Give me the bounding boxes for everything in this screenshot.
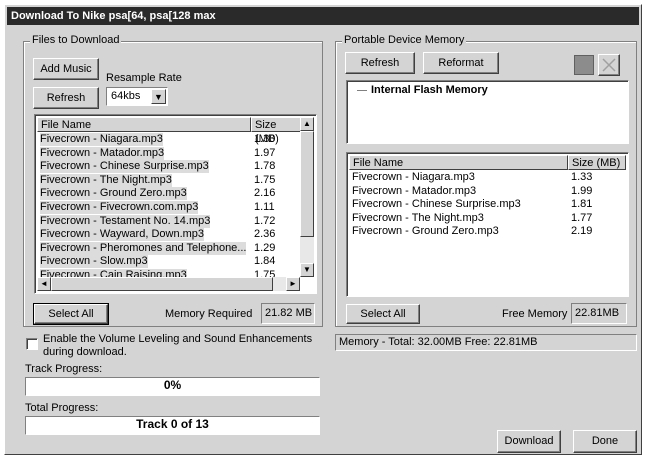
file-size: 2.19 (571, 225, 593, 238)
column-size[interactable]: Size (MB) (568, 155, 626, 170)
reformat-button[interactable]: Reformat (423, 52, 499, 74)
enhance-label-line2: during download. (43, 346, 127, 358)
window-title: Download To Nike psa[64, psa[128 max (7, 7, 639, 25)
file-size: 1.11 (254, 201, 275, 213)
portable-device-memory-group: Portable Device Memory Refresh Reformat … (335, 34, 637, 327)
file-name: Fivecrown - Slow.mp3 (40, 255, 148, 269)
tree-item-internal-flash[interactable]: Internal Flash Memory (371, 84, 488, 96)
list-item[interactable]: Fivecrown - Niagara.mp3 1.30 (37, 133, 294, 146)
resample-rate-select[interactable]: 64kbs ▼ (106, 87, 168, 106)
done-button[interactable]: Done (573, 430, 637, 453)
file-name: Fivecrown - The Night.mp3 (352, 211, 484, 224)
files-horizontal-scrollbar[interactable]: ◄ ► (37, 277, 300, 291)
file-name: Fivecrown - Testament No. 14.mp3 (40, 214, 211, 228)
add-music-button[interactable]: Add Music (33, 58, 99, 80)
file-name: Fivecrown - Chinese Surprise.mp3 (40, 160, 209, 174)
file-name: Fivecrown - Chinese Surprise.mp3 (352, 198, 521, 211)
list-item[interactable]: Fivecrown - Slow.mp3 1.84 (37, 255, 294, 269)
list-item[interactable]: Fivecrown - Chinese Surprise.mp3 1.78 (37, 160, 294, 174)
track-progress-value: 0% (163, 378, 182, 392)
file-name: Fivecrown - Ground Zero.mp3 (352, 225, 499, 238)
file-name: Fivecrown - Niagara.mp3 (40, 133, 163, 146)
files-vertical-scrollbar[interactable]: ▲ ▼ (300, 117, 314, 277)
file-name: Fivecrown - Pheromones and Telephone... (40, 241, 247, 255)
file-size: 1.84 (254, 255, 276, 268)
files-to-download-group: Files to Download Add Music Resample Rat… (23, 34, 323, 327)
file-size: 1.77 (571, 211, 593, 224)
file-size: 1.33 (571, 171, 593, 183)
download-dialog: Download To Nike psa[64, psa[128 max Fil… (4, 4, 642, 455)
list-item[interactable]: Fivecrown - Chinese Surprise.mp3 1.81 (349, 198, 611, 211)
device-refresh-button[interactable]: Refresh (345, 52, 415, 74)
files-list-header: File Name Size (MB) (37, 117, 314, 145)
list-item[interactable]: Fivecrown - Testament No. 14.mp3 1.72 (37, 214, 294, 228)
column-file-name[interactable]: File Name (37, 117, 251, 132)
list-item[interactable]: Fivecrown - The Night.mp3 1.77 (349, 212, 611, 225)
track-progress-bar: 0% (25, 377, 320, 396)
device-group-label: Portable Device Memory (342, 34, 467, 46)
file-size: 1.97 (254, 146, 276, 159)
scroll-right-icon[interactable]: ► (286, 277, 300, 291)
files-select-all-button[interactable]: Select All (33, 303, 109, 325)
file-size: 1.75 (254, 173, 276, 186)
list-item[interactable]: Fivecrown - Pheromones and Telephone... 1… (37, 241, 294, 255)
list-item[interactable]: Fivecrown - Matador.mp3 1.97 (37, 146, 294, 160)
file-size: 1.99 (571, 184, 593, 197)
hscroll-thumb[interactable] (51, 277, 273, 291)
file-size: 1.78 (254, 160, 276, 173)
file-size: 1.72 (254, 214, 276, 227)
chevron-down-icon[interactable]: ▼ (151, 89, 166, 104)
scroll-up-icon[interactable]: ▲ (300, 117, 314, 131)
file-size: 2.16 (254, 187, 276, 200)
memory-required-value: 21.82 MB (261, 303, 315, 324)
file-name: Fivecrown - Matador.mp3 (352, 184, 477, 197)
list-item[interactable]: Fivecrown - Matador.mp3 1.99 (349, 185, 611, 198)
total-progress-label: Total Progress: (25, 402, 99, 414)
list-item[interactable]: Fivecrown - Ground Zero.mp3 2.16 (37, 187, 294, 201)
list-item[interactable]: Fivecrown - Ground Zero.mp3 2.19 (349, 225, 611, 238)
memory-status-bar: Memory - Total: 32.00MB Free: 22.81MB (335, 334, 637, 351)
track-progress-label: Track Progress: (25, 363, 103, 375)
files-group-label: Files to Download (30, 34, 122, 46)
scroll-down-icon[interactable]: ▼ (300, 263, 314, 277)
list-item[interactable]: Fivecrown - Niagara.mp3 1.33 (349, 171, 611, 184)
column-file-name[interactable]: File Name (349, 155, 568, 170)
file-name: Fivecrown - Ground Zero.mp3 (40, 187, 187, 201)
column-size[interactable]: Size (MB) (251, 117, 302, 145)
device-list-header: File Name Size (MB) (349, 155, 626, 170)
file-name: Fivecrown - Matador.mp3 (40, 146, 165, 160)
download-button[interactable]: Download (497, 430, 561, 453)
file-size: 1.81 (571, 198, 593, 211)
total-progress-bar: Track 0 of 13 (25, 416, 320, 435)
file-name: Fivecrown - Niagara.mp3 (352, 171, 475, 183)
enhance-label-line1: Enable the Volume Leveling and Sound Enh… (43, 333, 313, 345)
list-item[interactable]: Fivecrown - Wayward, Down.mp3 2.36 (37, 228, 294, 242)
scroll-thumb[interactable] (300, 131, 314, 237)
device-tree[interactable]: Internal Flash Memory (346, 80, 629, 144)
memory-required-label: Memory Required (165, 308, 253, 320)
resample-rate-label: Resample Rate (106, 72, 182, 84)
resample-rate-value: 64kbs (111, 90, 141, 102)
gray-square-icon[interactable] (574, 55, 594, 75)
list-item[interactable]: Fivecrown - Fivecrown.com.mp3 1.11 (37, 201, 294, 214)
file-size: 1.30 (254, 133, 276, 145)
total-progress-value: Track 0 of 13 (136, 417, 209, 431)
list-item[interactable]: Fivecrown - The Night.mp3 1.75 (37, 173, 294, 187)
device-files-list[interactable]: File Name Size (MB) Fivecrown - Niagara.… (346, 152, 629, 297)
file-name: Fivecrown - Wayward, Down.mp3 (40, 228, 205, 242)
free-memory-value: 22.81MB (571, 303, 627, 324)
file-size: 1.29 (254, 241, 276, 254)
scroll-left-icon[interactable]: ◄ (37, 277, 51, 291)
free-memory-label: Free Memory (502, 308, 568, 320)
files-refresh-button[interactable]: Refresh (33, 87, 99, 109)
enhance-checkbox[interactable] (26, 338, 38, 350)
device-select-all-button[interactable]: Select All (346, 304, 420, 324)
files-list[interactable]: File Name Size (MB) Fivecrown - Niagara.… (34, 114, 317, 294)
file-size: 2.36 (254, 228, 276, 241)
file-name: Fivecrown - The Night.mp3 (40, 173, 172, 187)
tree-connector (357, 90, 367, 91)
file-name: Fivecrown - Fivecrown.com.mp3 (40, 201, 199, 214)
close-x-icon[interactable] (598, 54, 620, 76)
